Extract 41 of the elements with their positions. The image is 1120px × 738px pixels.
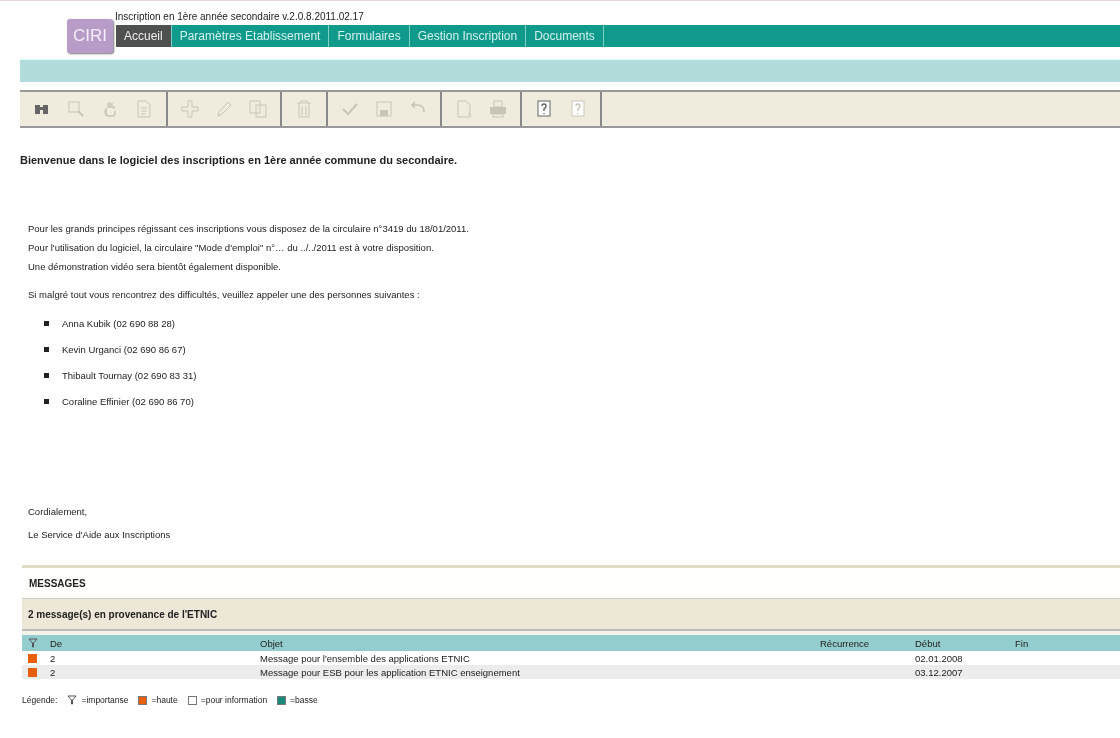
info-paragraph: Pour les grands principes régissant ces inscriptions vous disposez de la circulaire n°3419 du 18/01/2011. (28, 222, 470, 236)
bullet-icon (44, 320, 49, 326)
message-row[interactable]: 2 Message pour ESB pour les application ETNIC enseignement 03.12.2007 (22, 665, 1120, 679)
table-cell-text: 03.12.2007 (914, 666, 964, 678)
nav-tab[interactable]: Accueil (116, 25, 172, 47)
messages-title: MESSAGES (22, 568, 1120, 599)
column-header: Récurrence (819, 637, 871, 649)
table-cell-text: Message pour l'ensemble des applications ETNIC (259, 652, 471, 664)
column-header: Début (914, 637, 942, 649)
column-header: De (49, 637, 64, 649)
filter-icon (28, 638, 38, 648)
legend-text: =importanse (81, 695, 129, 705)
signature-text: Le Service d'Aide aux Inscriptions (28, 528, 172, 542)
contact-item: Coraline Effinier (02 690 86 70) (62, 395, 194, 407)
help-icon[interactable] (534, 99, 554, 119)
legend-label: Légende: (22, 695, 58, 705)
app-title: Inscription en 1ère année secondaire v.2.0.8.2011.02.17 (115, 10, 365, 24)
contact-item: Kevin Urganci (02 690 86 67) (62, 343, 186, 355)
legend-text: =pour information (200, 695, 268, 705)
filter-icon (67, 695, 78, 705)
contact-item: Anna Kubik (02 690 88 28) (62, 317, 176, 329)
messages-subtitle: 2 message(s) en provenance de l'ETNIC (22, 599, 1120, 631)
bullet-icon (44, 346, 49, 352)
table-cell-text: 2 (49, 652, 57, 664)
contact-item: Thibault Tournay (02 690 83 31) (62, 369, 197, 381)
welcome-heading: Bienvenue dans le logiciel des inscriptions en 1ère année commune du secondaire. (20, 154, 459, 166)
column-header: Objet (259, 637, 284, 649)
column-header: Fin (1014, 637, 1030, 649)
table-cell-text: 02.01.2008 (914, 652, 964, 664)
app-logo: CIRI (67, 19, 113, 53)
legend-text: =basse (290, 695, 318, 705)
info-paragraph: Une démonstration vidéo sera bientôt également disponible. (28, 260, 282, 274)
contact-intro: Si malgré tout vous rencontrez des difficultés, veuillez appeler une des personnes suivantes : (28, 288, 421, 302)
closing-text: Cordialement, (28, 505, 89, 519)
bullet-icon (44, 372, 49, 378)
legend-text: =haute (151, 695, 178, 705)
table-cell-text: Message pour ESB pour les application ETNIC enseignement (259, 666, 521, 678)
info-paragraph: Pour l'utilisation du logiciel, la circulaire "Mode d'emploi" n°… du ../../2011 est à votre disposition. (28, 241, 435, 255)
message-row[interactable]: 2 Message pour l'ensemble des applications ETNIC 02.01.2008 (22, 651, 1120, 665)
table-cell-text: 2 (49, 666, 57, 678)
bullet-icon (44, 398, 49, 404)
